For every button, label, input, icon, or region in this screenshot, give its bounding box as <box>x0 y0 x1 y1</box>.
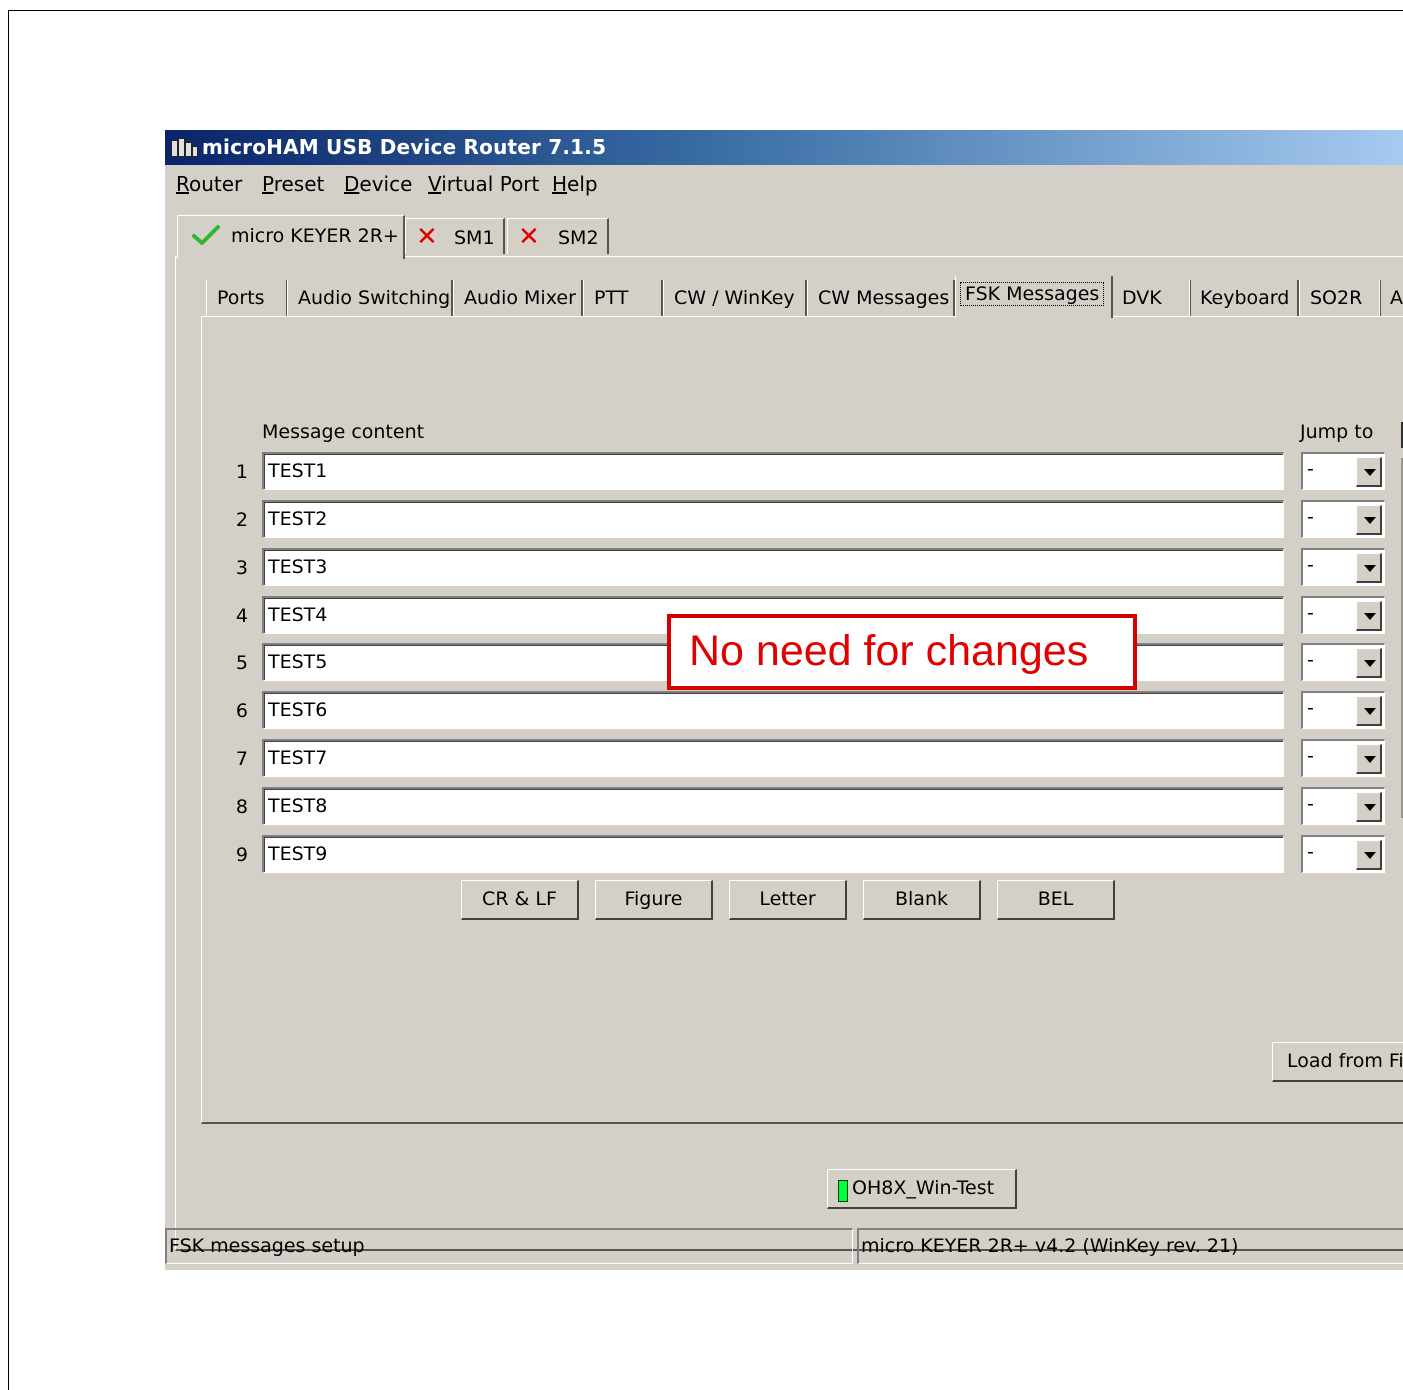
app-icon <box>171 138 198 158</box>
menu-bar: Router Preset Device Virtual Port Help <box>165 167 1403 201</box>
tab-ports[interactable]: Ports <box>206 280 288 316</box>
tab-overflow[interactable]: A <box>1379 280 1403 316</box>
message-input-1[interactable]: TEST1 <box>262 452 1284 490</box>
tab-cw-winkey[interactable]: CW / WinKey <box>663 280 807 316</box>
dropdown-arrow-icon[interactable] <box>1356 457 1382 487</box>
menu-device[interactable]: Device <box>344 171 412 197</box>
dropdown-arrow-icon[interactable] <box>1356 744 1382 774</box>
tab-dvk[interactable]: DVK <box>1111 280 1191 316</box>
tab-audio-switching[interactable]: Audio Switching <box>287 280 453 316</box>
tab-audio-mixer[interactable]: Audio Mixer <box>453 280 583 316</box>
jump-to-header: Jump to <box>1300 421 1374 443</box>
message-input-2[interactable]: TEST2 <box>262 500 1284 538</box>
device-tab-sm2[interactable]: ✕ SM2 <box>507 218 609 254</box>
preset-button-label: OH8X_Win-Test <box>852 1177 995 1199</box>
jump-select-value: - <box>1307 793 1314 815</box>
blank-button[interactable]: Blank <box>863 880 981 920</box>
tab-fsk-messages[interactable]: FSK Messages <box>955 276 1113 318</box>
window-title: microHAM USB Device Router 7.1.5 <box>202 135 607 159</box>
row-number: 6 <box>235 700 248 722</box>
letter-button[interactable]: Letter <box>729 880 847 920</box>
jump-select-9[interactable]: - <box>1301 835 1385 873</box>
jump-select-value: - <box>1307 649 1314 671</box>
message-input-8[interactable]: TEST8 <box>262 787 1284 825</box>
row-number: 5 <box>235 652 248 674</box>
jump-select-3[interactable]: - <box>1301 548 1385 586</box>
jump-select-value: - <box>1307 506 1314 528</box>
message-input-6[interactable]: TEST6 <box>262 691 1284 729</box>
jump-select-8[interactable]: - <box>1301 787 1385 825</box>
jump-select-value: - <box>1307 841 1314 863</box>
menu-preset[interactable]: Preset <box>262 171 324 197</box>
jump-select-value: - <box>1307 458 1314 480</box>
dropdown-arrow-icon[interactable] <box>1356 840 1382 870</box>
row-number: 3 <box>235 557 248 579</box>
row-number: 2 <box>235 509 248 531</box>
jump-select-value: - <box>1307 554 1314 576</box>
device-tab-label: SM2 <box>558 227 599 249</box>
x-icon: ✕ <box>416 222 438 252</box>
preset-button[interactable]: OH8X_Win-Test <box>827 1169 1017 1209</box>
jump-select-value: - <box>1307 745 1314 767</box>
tab-cw-messages[interactable]: CW Messages <box>807 280 955 316</box>
jump-select-6[interactable]: - <box>1301 691 1385 729</box>
dropdown-arrow-icon[interactable] <box>1356 601 1382 631</box>
title-bar[interactable]: microHAM USB Device Router 7.1.5 <box>165 130 1403 165</box>
device-tab-sm1[interactable]: ✕ SM1 <box>405 218 505 254</box>
row-number: 7 <box>235 748 248 770</box>
status-led-icon <box>838 1180 848 1202</box>
x-icon: ✕ <box>518 222 540 252</box>
tab-so2r[interactable]: SO2R <box>1299 280 1381 316</box>
row-number: 9 <box>235 844 248 866</box>
menu-help[interactable]: Help <box>552 171 598 197</box>
dropdown-arrow-icon[interactable] <box>1356 505 1382 535</box>
dropdown-arrow-icon[interactable] <box>1356 696 1382 726</box>
bel-button[interactable]: BEL <box>997 880 1115 920</box>
menu-virtual-port[interactable]: Virtual Port <box>428 171 539 197</box>
jump-select-1[interactable]: - <box>1301 452 1385 490</box>
row-number: 1 <box>235 461 248 483</box>
status-bar: FSK messages setup micro KEYER 2R+ v4.2 … <box>165 1228 1403 1268</box>
row-number: 8 <box>235 796 248 818</box>
jump-select-7[interactable]: - <box>1301 739 1385 777</box>
jump-select-2[interactable]: - <box>1301 500 1385 538</box>
annotation-callout: No need for changes <box>667 614 1137 690</box>
device-tab-micro-keyer[interactable]: micro KEYER 2R+ <box>177 215 405 259</box>
menu-router[interactable]: Router <box>176 171 242 197</box>
jump-select-5[interactable]: - <box>1301 643 1385 681</box>
message-input-3[interactable]: TEST3 <box>262 548 1284 586</box>
message-content-header: Message content <box>262 421 425 443</box>
tab-fsk-messages-label: FSK Messages <box>960 282 1105 306</box>
app-window: microHAM USB Device Router 7.1.5 Router … <box>165 130 1403 1270</box>
figure-button[interactable]: Figure <box>595 880 713 920</box>
status-device-info: micro KEYER 2R+ v4.2 (WinKey rev. 21) <box>857 1228 1403 1264</box>
check-icon <box>192 225 220 245</box>
device-tab-label: micro KEYER 2R+ <box>231 225 399 247</box>
row-number: 4 <box>235 605 248 627</box>
dropdown-arrow-icon[interactable] <box>1356 792 1382 822</box>
message-input-9[interactable]: TEST9 <box>262 835 1284 873</box>
message-input-7[interactable]: TEST7 <box>262 739 1284 777</box>
jump-select-value: - <box>1307 602 1314 624</box>
jump-select-4[interactable]: - <box>1301 596 1385 634</box>
dropdown-arrow-icon[interactable] <box>1356 648 1382 678</box>
load-from-file-button[interactable]: Load from Fi <box>1272 1042 1403 1082</box>
cr-lf-button[interactable]: CR & LF <box>461 880 579 920</box>
jump-select-value: - <box>1307 697 1314 719</box>
dropdown-arrow-icon[interactable] <box>1356 553 1382 583</box>
device-tab-label: SM1 <box>454 227 495 249</box>
tab-ptt[interactable]: PTT <box>583 280 663 316</box>
status-message: FSK messages setup <box>165 1228 853 1264</box>
tab-keyboard[interactable]: Keyboard <box>1189 280 1299 316</box>
